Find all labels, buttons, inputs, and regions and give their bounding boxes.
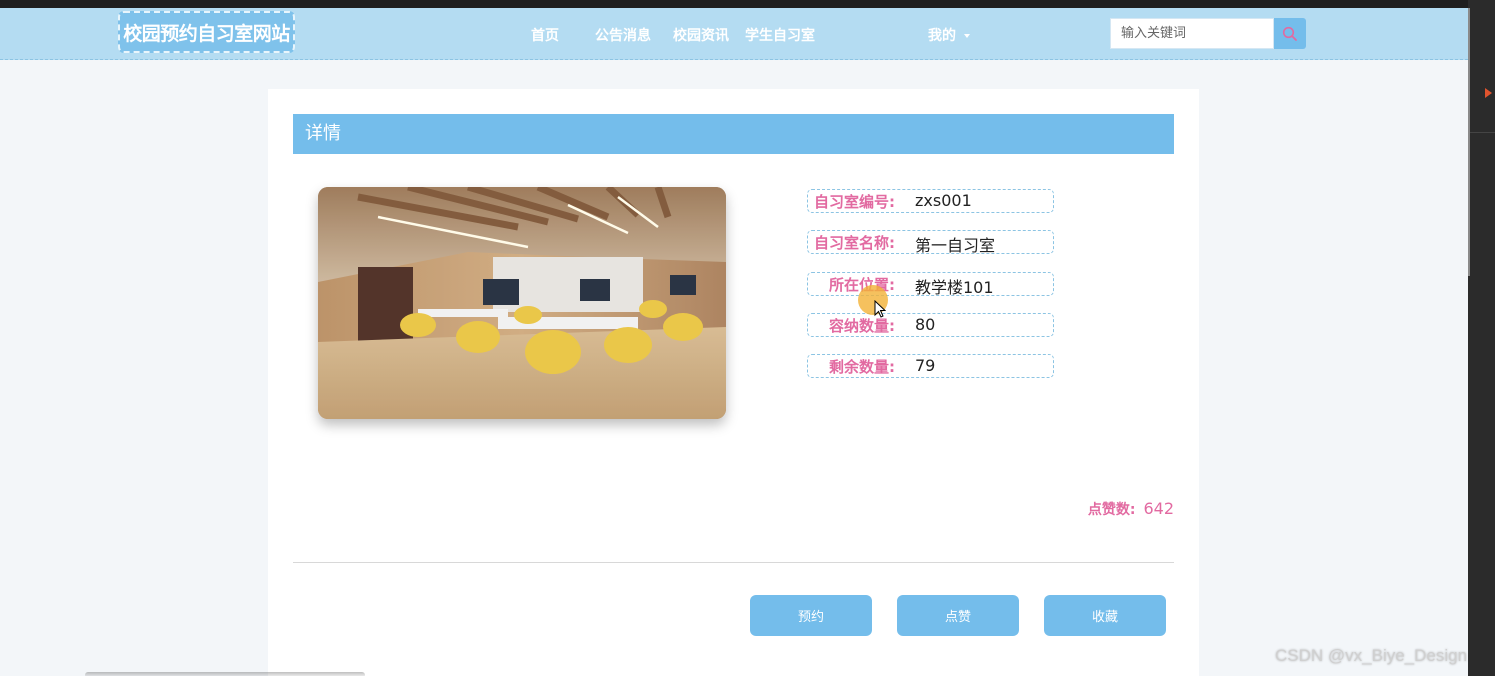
detail-title-bar: 详情 (293, 114, 1174, 154)
nav-study-rooms[interactable]: 学生自习室 (745, 25, 815, 45)
search-button[interactable] (1274, 18, 1306, 49)
search-input[interactable] (1110, 18, 1274, 49)
info-row-room-name: 自习室名称: 第一自习室 (807, 230, 1054, 255)
favorite-button[interactable]: 收藏 (1044, 595, 1166, 636)
detail-card: 详情 自习室编号: zxs001 自习室名称: 第一自习室 所在位置: 教学楼1… (268, 89, 1199, 676)
room-name-value: 第一自习室 (915, 236, 996, 255)
info-row-remaining: 剩余数量: 79 (807, 354, 1054, 378)
room-name-label: 自习室名称: (814, 234, 895, 252)
capacity-label: 容纳数量: (829, 317, 895, 335)
expand-arrow-icon[interactable] (1485, 88, 1492, 98)
top-navbar: 校园预约自习室网站 首页 公告消息 校园资讯 学生自习室 我的 (0, 8, 1468, 60)
study-room-image (318, 187, 726, 419)
bottom-shadow (85, 672, 365, 676)
info-row-room-number: 自习室编号: zxs001 (807, 189, 1054, 213)
divider (293, 562, 1174, 563)
nav-mine-dropdown[interactable]: 我的 (928, 25, 970, 45)
remaining-value: 79 (915, 356, 936, 375)
chevron-down-icon (964, 34, 970, 38)
info-row-capacity: 容纳数量: 80 (807, 313, 1054, 337)
site-logo[interactable]: 校园预约自习室网站 (118, 11, 295, 53)
likes-label: 点赞数: (1087, 502, 1136, 518)
reserve-button[interactable]: 预约 (750, 595, 872, 636)
remaining-label: 剩余数量: (829, 358, 895, 376)
info-row-location: 所在位置: 教学楼101 (807, 272, 1054, 297)
likes-count: 点赞数: 642 (1088, 499, 1174, 519)
room-number-value: zxs001 (915, 191, 972, 210)
likes-value: 642 (1143, 499, 1174, 518)
scrollbar-thumb[interactable] (1468, 8, 1470, 276)
nav-announcements[interactable]: 公告消息 (595, 25, 651, 45)
side-dark-panel (1468, 0, 1495, 676)
nav-campus-news[interactable]: 校园资讯 (673, 25, 729, 45)
room-number-label: 自习室编号: (814, 193, 895, 211)
search-icon (1282, 26, 1297, 41)
study-room-photo (318, 187, 726, 419)
like-button[interactable]: 点赞 (897, 595, 1019, 636)
nav-mine-label: 我的 (928, 28, 956, 44)
mouse-cursor-icon (874, 300, 886, 318)
watermark: CSDN @vx_Biye_Design (1275, 646, 1468, 665)
location-value: 教学楼101 (915, 278, 994, 297)
capacity-value: 80 (915, 315, 936, 334)
panel-divider (1470, 132, 1495, 133)
window-top-strip (0, 0, 1495, 8)
nav-home[interactable]: 首页 (531, 25, 559, 45)
